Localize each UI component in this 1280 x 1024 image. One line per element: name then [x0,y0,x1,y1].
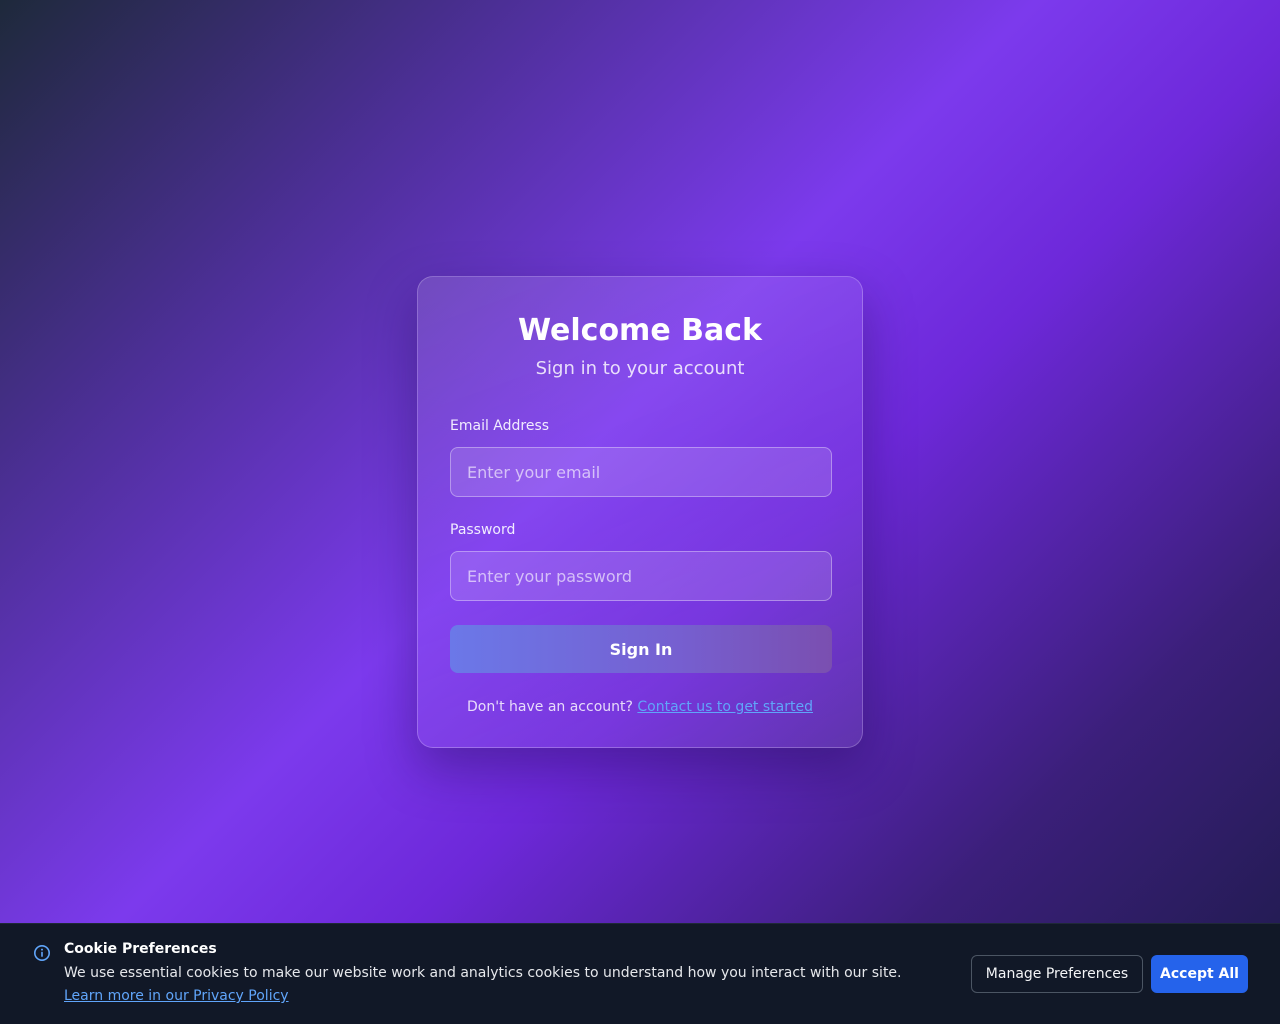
signup-row: Don't have an account? Contact us to get… [450,697,830,717]
password-field[interactable] [450,551,832,601]
page-title: Welcome Back [518,313,762,348]
sign-in-button[interactable]: Sign In [450,625,832,673]
password-label: Password [450,522,516,538]
email-field[interactable] [450,447,832,497]
login-card: Welcome Back Sign in to your account Ema… [417,276,863,748]
privacy-policy-link[interactable]: Learn more in our Privacy Policy [64,988,289,1004]
contact-link[interactable]: Contact us to get started [637,699,813,715]
signup-prompt: Don't have an account? [467,699,633,715]
manage-preferences-button[interactable]: Manage Preferences [971,955,1143,993]
page-subtitle: Sign in to your account [535,358,745,379]
cookie-text: Cookie Preferences We use essential cook… [64,938,944,1008]
cookie-title: Cookie Preferences [64,941,217,957]
cookie-body: We use essential cookies to make our web… [64,962,944,1008]
accept-all-button[interactable]: Accept All [1151,955,1248,993]
info-icon [33,944,51,966]
email-label: Email Address [450,418,550,434]
cookie-description: We use essential cookies to make our web… [64,965,902,981]
